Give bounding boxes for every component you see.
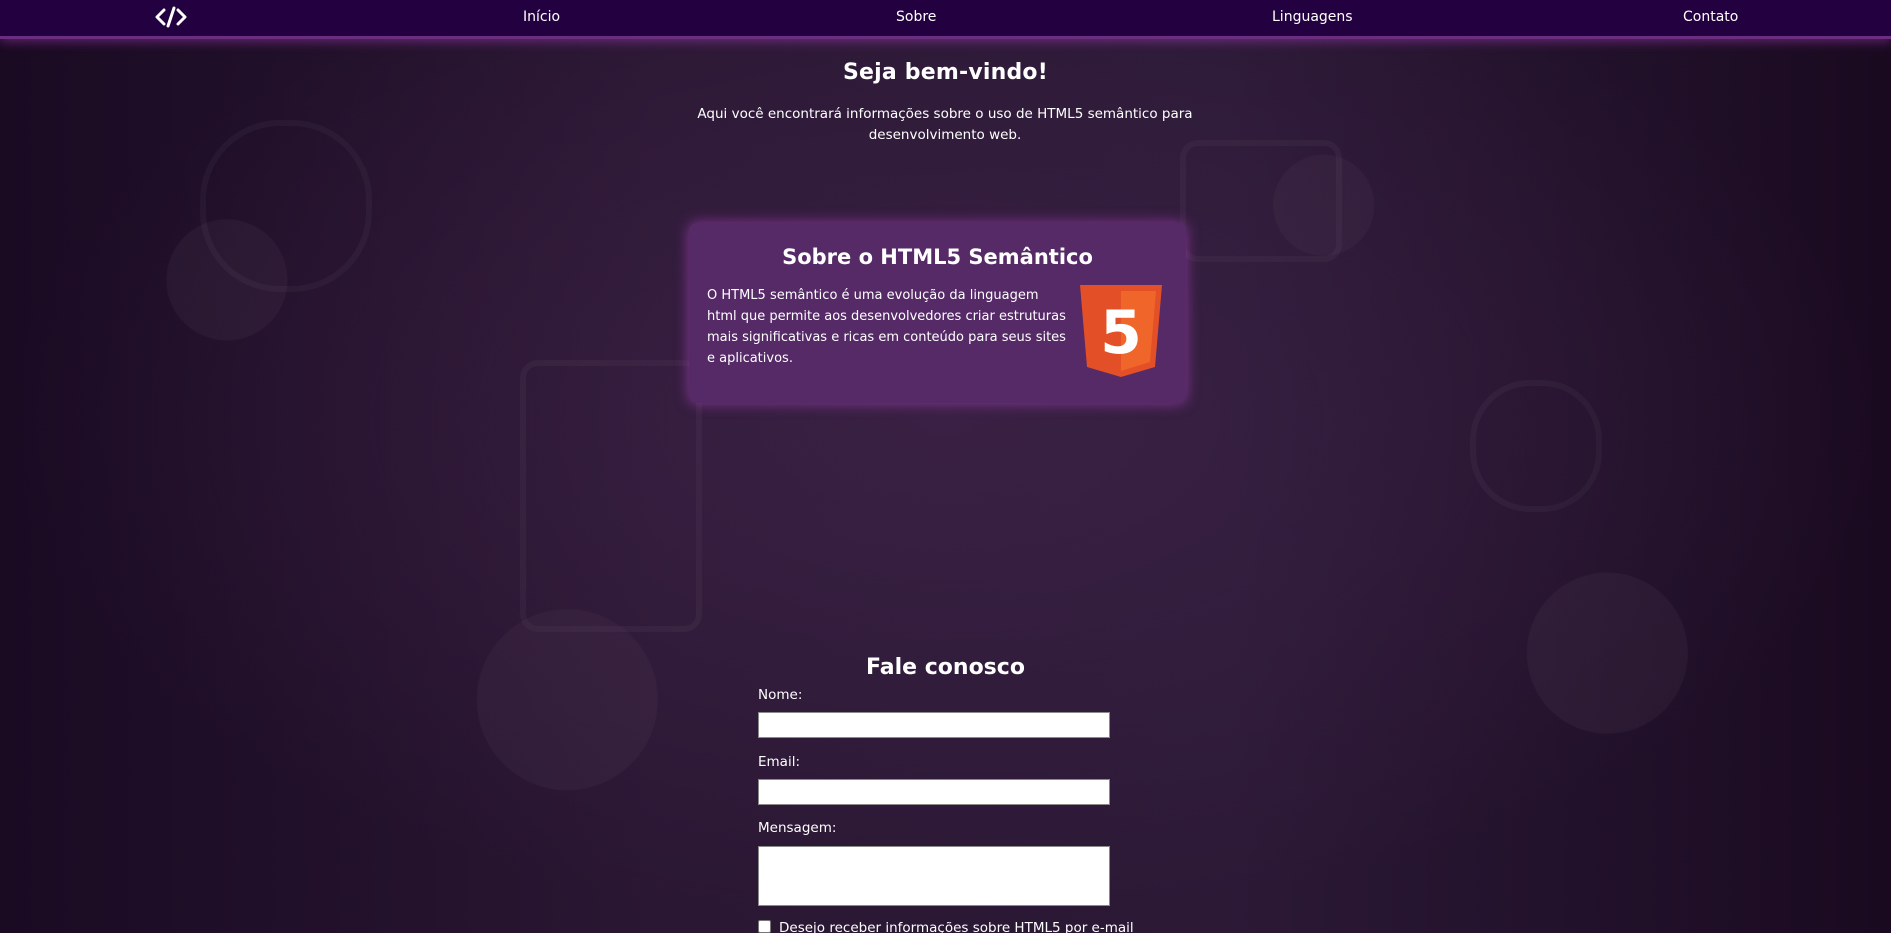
code-icon[interactable] — [155, 6, 187, 28]
nav-item-contato[interactable]: Contato — [1683, 9, 1738, 25]
nav-item-linguagens[interactable]: Linguagens — [1272, 9, 1353, 25]
name-input[interactable] — [758, 712, 1110, 738]
nav-item-inicio[interactable]: Início — [523, 9, 560, 25]
about-card: Sobre o HTML5 Semântico O HTML5 semântic… — [689, 223, 1186, 403]
hero-title: Seja bem-vindo! — [843, 60, 1048, 85]
background-pattern — [1470, 380, 1602, 512]
message-label: Mensagem: — [758, 820, 837, 836]
hero-text: Aqui você encontrará informações sobre o… — [697, 106, 1193, 143]
newsletter-checkbox[interactable] — [758, 920, 771, 933]
email-label: Email: — [758, 754, 801, 770]
contact-title: Fale conosco — [866, 655, 1025, 680]
about-text: O HTML5 semântico é uma evolução da ling… — [707, 288, 1066, 366]
background-pattern — [1180, 140, 1342, 262]
name-label: Nome: — [758, 687, 803, 703]
email-input[interactable] — [758, 779, 1110, 805]
message-textarea[interactable] — [758, 846, 1110, 906]
top-navbar: Início Sobre Linguagens Contato — [0, 0, 1891, 39]
nav-item-sobre[interactable]: Sobre — [896, 9, 936, 25]
newsletter-label: Desejo receber informações sobre HTML5 p… — [779, 920, 1134, 933]
about-title: Sobre o HTML5 Semântico — [782, 245, 1093, 269]
html5-logo-number: 5 — [1100, 298, 1142, 368]
html5-logo-icon: 5 — [1080, 285, 1162, 377]
background-pattern — [520, 360, 702, 632]
background-pattern — [200, 120, 372, 292]
newsletter-option: Desejo receber informações sobre HTML5 p… — [758, 920, 1134, 933]
